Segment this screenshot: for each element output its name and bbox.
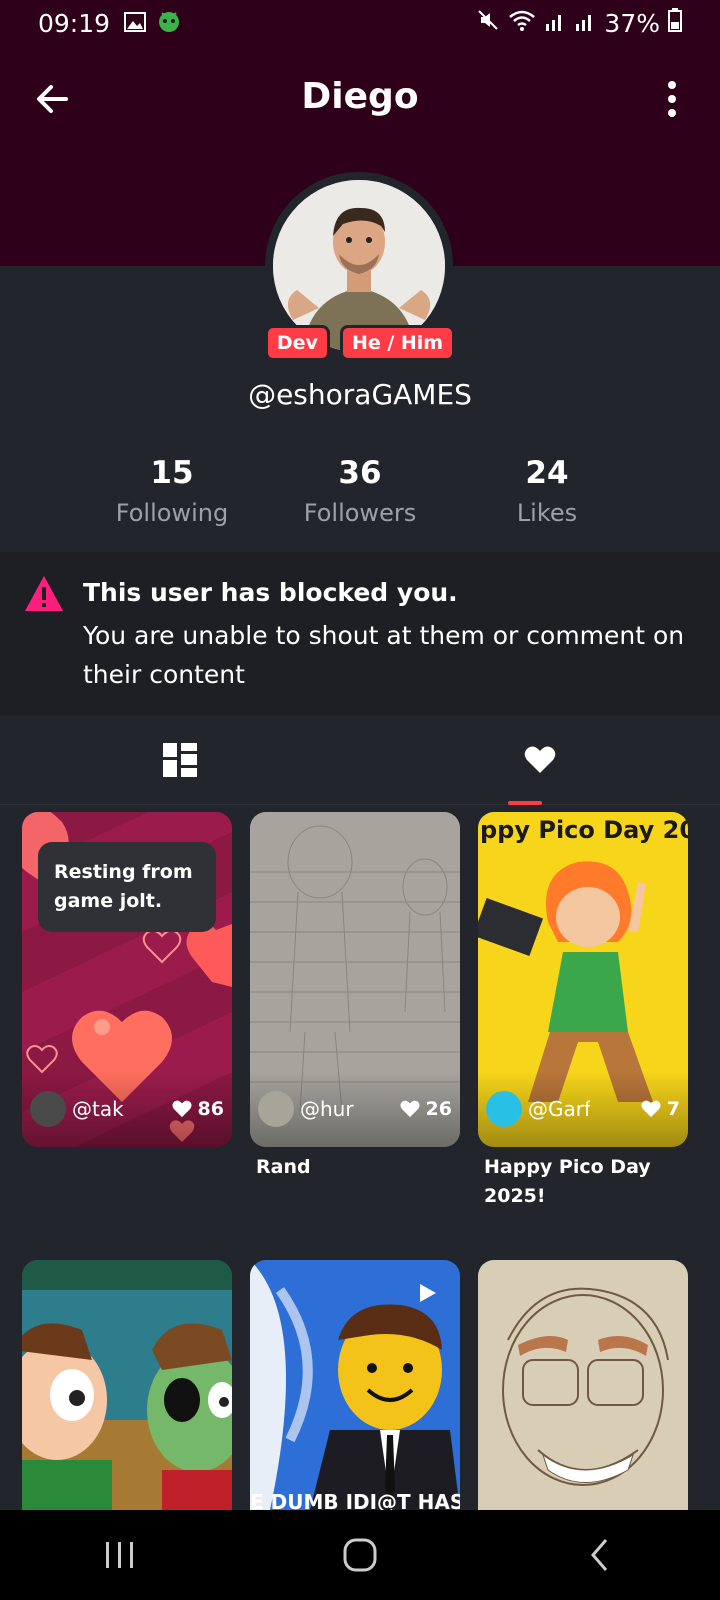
blocked-title: This user has blocked you. [83, 578, 458, 607]
wifi-icon [508, 8, 536, 38]
stat-label: Likes [516, 499, 578, 527]
stat-following[interactable]: 15 Following [82, 455, 262, 527]
username-handle: @eshoraGAMES [248, 378, 472, 411]
heart-icon [172, 1100, 192, 1118]
post-caption[interactable]: Rand [256, 1153, 466, 1182]
stat-value: 36 [338, 455, 382, 491]
home-icon [343, 1538, 377, 1572]
recent-apps-icon [106, 1542, 133, 1568]
author-avatar[interactable] [258, 1091, 294, 1127]
home-button[interactable] [330, 1525, 390, 1585]
heart-icon [524, 746, 556, 773]
author-avatar[interactable] [486, 1091, 522, 1127]
like-count: 26 [425, 1098, 452, 1120]
post-footer: @Garf 7 [478, 1071, 688, 1147]
content-tabs [0, 715, 720, 805]
post-likes[interactable]: 26 [400, 1098, 452, 1120]
post-author[interactable]: @hur [300, 1097, 362, 1121]
stat-label: Following [115, 499, 229, 527]
post-caption[interactable]: Happy Pico Day 2025! [484, 1153, 694, 1211]
chevron-left-icon [591, 1539, 608, 1571]
heart-icon [641, 1100, 661, 1118]
recent-apps-button[interactable] [90, 1525, 150, 1585]
post-thumbnail [22, 1260, 232, 1510]
more-options-button[interactable] [654, 76, 690, 122]
thumbnail-overlay-text: E DUMB IDI@T HAS [250, 1490, 460, 1510]
more-vertical-icon [668, 81, 676, 89]
tab-posts[interactable] [0, 715, 360, 805]
battery-percent: 37% [604, 8, 660, 38]
post-thumbnail [478, 1260, 688, 1510]
tab-liked[interactable] [360, 715, 720, 805]
post-author[interactable]: @tak [72, 1097, 134, 1121]
status-bubble: Resting from game jolt. [38, 842, 216, 932]
status-bar: 09:19 37% [0, 0, 720, 46]
heart-icon [400, 1100, 420, 1118]
page-title: Diego [301, 76, 419, 117]
post-card[interactable]: E DUMB IDI@T HAS [250, 1260, 460, 1510]
stat-value: 24 [525, 455, 569, 491]
video-play-icon [420, 1284, 436, 1302]
mute-icon [476, 8, 500, 38]
post-card[interactable] [478, 1260, 688, 1510]
warning-icon [25, 576, 63, 611]
gallery-icon [124, 9, 147, 38]
stat-label: Followers [303, 499, 417, 527]
like-count: 7 [666, 1098, 680, 1120]
system-back-button[interactable] [570, 1525, 630, 1585]
like-count: 86 [197, 1098, 224, 1120]
blocked-notice: This user has blocked you. You are unabl… [0, 552, 720, 715]
battery-icon [668, 8, 682, 38]
tag-dev: Dev [264, 325, 330, 361]
post-card[interactable]: @hur 26 [250, 812, 460, 1147]
stat-value: 15 [150, 455, 194, 491]
stat-likes[interactable]: 24 Likes [457, 455, 637, 527]
tag-pronouns: He / Him [339, 325, 456, 361]
stat-followers[interactable]: 36 Followers [270, 455, 450, 527]
thumbnail-title: ppy Pico Day 20 [480, 816, 688, 844]
post-likes[interactable]: 86 [172, 1098, 224, 1120]
android-icon [156, 8, 182, 38]
signal-icon [544, 9, 566, 38]
signal-icon [574, 9, 596, 38]
active-tab-indicator [508, 801, 542, 805]
post-card[interactable]: ppy Pico Day 20 @Garf 7 [478, 812, 688, 1147]
profile-tags: Dev He / Him [0, 325, 720, 361]
post-footer: @hur 26 [250, 1071, 460, 1147]
post-likes[interactable]: 7 [641, 1098, 680, 1120]
post-footer: @tak 86 [22, 1071, 232, 1147]
posts-grid-icon [163, 743, 197, 777]
system-nav-bar [0, 1510, 720, 1600]
status-time: 09:19 [38, 8, 111, 38]
author-avatar[interactable] [30, 1091, 66, 1127]
post-card[interactable] [22, 1260, 232, 1510]
blocked-text: You are unable to shout at them or comme… [83, 621, 685, 689]
post-author[interactable]: @Garf [528, 1097, 590, 1121]
